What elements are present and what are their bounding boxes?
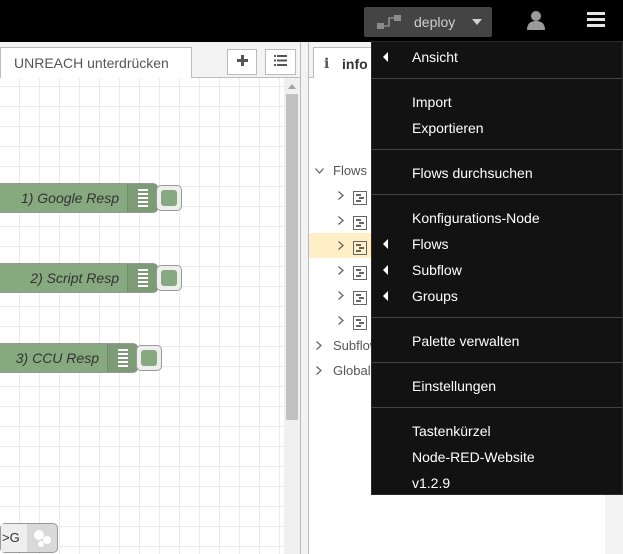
menu-item-label: Groups	[412, 288, 458, 304]
flow-node[interactable]: >G	[0, 523, 58, 553]
menu-item-label: Node-RED-Website	[412, 449, 535, 465]
menu-item-label: Exportieren	[412, 120, 484, 136]
menu-item-export[interactable]: Exportieren	[372, 115, 622, 141]
node-button-indicator	[141, 350, 157, 366]
flow-node[interactable]: 3) CCU Resp	[0, 343, 138, 373]
flow-icon	[353, 313, 367, 330]
list-icon	[274, 53, 287, 71]
workspace-tab[interactable]: UNREACH unterdrücken	[0, 47, 192, 78]
user-menu-button[interactable]	[520, 6, 552, 38]
menu-item-ansicht[interactable]: Ansicht	[372, 44, 622, 70]
add-flow-button[interactable]	[227, 49, 257, 75]
flow-node[interactable]: 1) Google Resp	[0, 183, 158, 213]
menu-item-search-flows[interactable]: Flows durchsuchen	[372, 160, 622, 186]
user-icon	[527, 10, 545, 35]
flow-icon	[353, 263, 367, 280]
menu-item-config-nodes[interactable]: Konfigurations-Node	[372, 205, 622, 231]
workspace-canvas[interactable]	[0, 78, 284, 554]
menu-item-label: Ansicht	[412, 49, 458, 65]
function-icon	[107, 344, 137, 372]
info-icon: i	[324, 55, 330, 72]
node-button-indicator	[161, 270, 177, 286]
plus-icon	[236, 53, 248, 71]
menu-item-label: Subflow	[412, 262, 462, 278]
flow-icon	[353, 213, 367, 230]
deploy-icon	[364, 7, 414, 37]
caret-left-icon	[383, 265, 388, 275]
node-button[interactable]	[156, 265, 182, 291]
node-button-indicator	[161, 190, 177, 206]
function-icon	[127, 264, 157, 292]
nodes-icon	[28, 524, 57, 552]
menu-divider	[372, 362, 622, 363]
list-flows-button[interactable]	[265, 49, 296, 75]
sidebar-separator[interactable]	[300, 42, 309, 554]
caret-left-icon	[383, 239, 388, 249]
menu-divider	[372, 149, 622, 150]
node-label: 1) Google Resp	[20, 190, 119, 206]
tab-label: info	[342, 55, 368, 72]
menu-item-subflow[interactable]: Subflow	[372, 257, 622, 283]
node-label: 2) Script Resp	[30, 270, 119, 286]
menu-item-website[interactable]: Node-RED-Website	[372, 444, 622, 470]
menu-item-label: Einstellungen	[412, 378, 497, 394]
caret-left-icon	[383, 291, 388, 301]
scroll-up-icon[interactable]	[284, 80, 300, 92]
caret-left-icon	[383, 52, 388, 62]
chevron-right-icon[interactable]	[336, 283, 346, 308]
main-menu-button[interactable]	[578, 6, 614, 38]
deploy-label: deploy	[414, 14, 456, 30]
menu-item-flows[interactable]: Flows	[372, 231, 622, 257]
menu-item-label: v1.2.9	[412, 475, 451, 491]
workspace-scrollbar[interactable]	[284, 78, 300, 554]
node-button[interactable]	[136, 345, 162, 371]
chevron-right-icon[interactable]	[336, 183, 346, 208]
menu-divider	[372, 78, 622, 79]
menu-item-label: Import	[412, 94, 452, 110]
menu-item-label: Konfigurations-Node	[412, 210, 540, 226]
menu-item-version[interactable]: v1.2.9	[372, 470, 622, 496]
flow-node[interactable]: 2) Script Resp	[0, 263, 158, 293]
chevron-right-icon[interactable]	[336, 233, 346, 258]
menu-divider	[372, 194, 622, 195]
node-label: >G	[1, 524, 27, 552]
chevron-right-icon[interactable]	[336, 308, 346, 333]
main-menu-dropdown: Ansicht Import Exportieren Flows durchsu…	[371, 41, 623, 495]
header-bar: deploy	[0, 0, 623, 42]
menu-item-label: Flows durchsuchen	[412, 165, 533, 181]
tree-label: Flows	[333, 163, 367, 178]
scroll-thumb[interactable]	[286, 94, 298, 420]
menu-item-import[interactable]: Import	[372, 89, 622, 115]
chevron-right-icon[interactable]	[336, 258, 346, 283]
chevron-right-icon[interactable]	[314, 333, 324, 358]
menu-item-settings[interactable]: Einstellungen	[372, 373, 622, 399]
menu-item-label: Tastenkürzel	[412, 423, 491, 439]
deploy-button[interactable]: deploy	[364, 7, 492, 37]
menu-item-groups[interactable]: Groups	[372, 283, 622, 309]
flow-icon	[353, 238, 367, 255]
menu-divider	[372, 407, 622, 408]
menu-item-label: Flows	[412, 236, 449, 252]
tree-label: Global	[333, 363, 371, 378]
workspace-tabs-bar: UNREACH unterdrücken	[0, 42, 300, 78]
flow-icon	[353, 188, 367, 205]
flow-icon	[353, 288, 367, 305]
chevron-right-icon[interactable]	[336, 208, 346, 233]
node-red-editor: deploy UNREACH unterdrücken 1) Google Re…	[0, 0, 623, 554]
function-icon	[127, 184, 157, 212]
chevron-right-icon[interactable]	[314, 358, 324, 383]
menu-item-manage-palette[interactable]: Palette verwalten	[372, 328, 622, 354]
menu-divider	[372, 317, 622, 318]
chevron-down-icon[interactable]	[314, 158, 324, 183]
node-button[interactable]	[156, 185, 182, 211]
menu-item-label: Palette verwalten	[412, 333, 520, 349]
caret-down-icon[interactable]	[462, 7, 492, 37]
menu-item-keyboard-shortcuts[interactable]: Tastenkürzel	[372, 418, 622, 444]
node-label: 3) CCU Resp	[15, 350, 99, 366]
hamburger-icon	[587, 12, 605, 32]
